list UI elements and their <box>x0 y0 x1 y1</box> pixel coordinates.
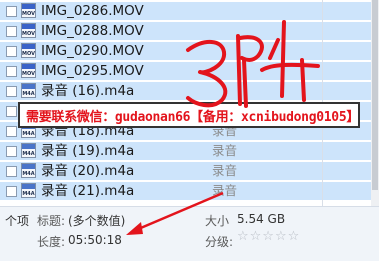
file-name: 录音 (16).m4a <box>41 83 135 99</box>
file-name: 录音 (21).m4a <box>41 183 135 199</box>
row-checkbox[interactable] <box>6 26 17 37</box>
item-count: 个项 <box>5 214 30 228</box>
title-value[interactable]: (多个数值) <box>68 212 125 229</box>
size-value: 5.54 GB <box>237 212 286 226</box>
file-type: 录音 <box>212 143 238 158</box>
m4a-file-icon: M4A <box>21 143 36 158</box>
file-name: IMG_0288.MOV <box>41 23 144 39</box>
row-checkbox[interactable] <box>6 6 17 17</box>
m4a-file-icon: M4A <box>21 183 36 198</box>
mov-file-icon: MOV <box>21 23 36 38</box>
title-label: 标题: <box>37 214 66 228</box>
row-checkbox[interactable] <box>6 46 17 57</box>
row-checkbox[interactable] <box>6 186 17 197</box>
row-checkbox[interactable] <box>6 66 17 77</box>
watermark-banner: 需要联系微信：gudaonan66【备用：xcnibudong0105】 <box>18 102 360 128</box>
file-name: 录音 (19).m4a <box>41 143 135 159</box>
row-checkbox[interactable] <box>6 126 17 137</box>
vertical-scrollbar[interactable] <box>371 0 379 206</box>
row-checkbox[interactable] <box>6 146 17 157</box>
row-checkbox[interactable] <box>6 106 17 117</box>
file-type: 录音 <box>212 183 238 198</box>
size-label: 大小 <box>205 214 230 228</box>
length-label: 长度: <box>37 235 66 249</box>
rating-label: 分级: <box>205 235 234 249</box>
m4a-file-icon: M4A <box>21 163 36 178</box>
mov-file-icon: MOV <box>21 3 36 18</box>
file-name: 录音 (20).m4a <box>41 163 135 179</box>
watermark-text: 需要联系微信：gudaonan66【备用：xcnibudong0105】 <box>26 110 360 125</box>
file-name: IMG_0295.MOV <box>41 63 144 79</box>
scrollbar-thumb[interactable] <box>372 0 378 190</box>
mov-file-icon: MOV <box>21 43 36 58</box>
mov-file-icon: MOV <box>21 63 36 78</box>
row-checkbox[interactable] <box>6 166 17 177</box>
row-checkbox[interactable] <box>6 86 17 97</box>
file-name: IMG_0290.MOV <box>41 43 144 59</box>
file-name: IMG_0286.MOV <box>41 3 144 19</box>
m4a-file-icon: M4A <box>21 83 36 98</box>
rating-stars[interactable]: ☆☆☆☆☆ <box>237 229 300 244</box>
file-type: 录音 <box>212 163 238 178</box>
length-value: 05:50:18 <box>68 233 122 247</box>
